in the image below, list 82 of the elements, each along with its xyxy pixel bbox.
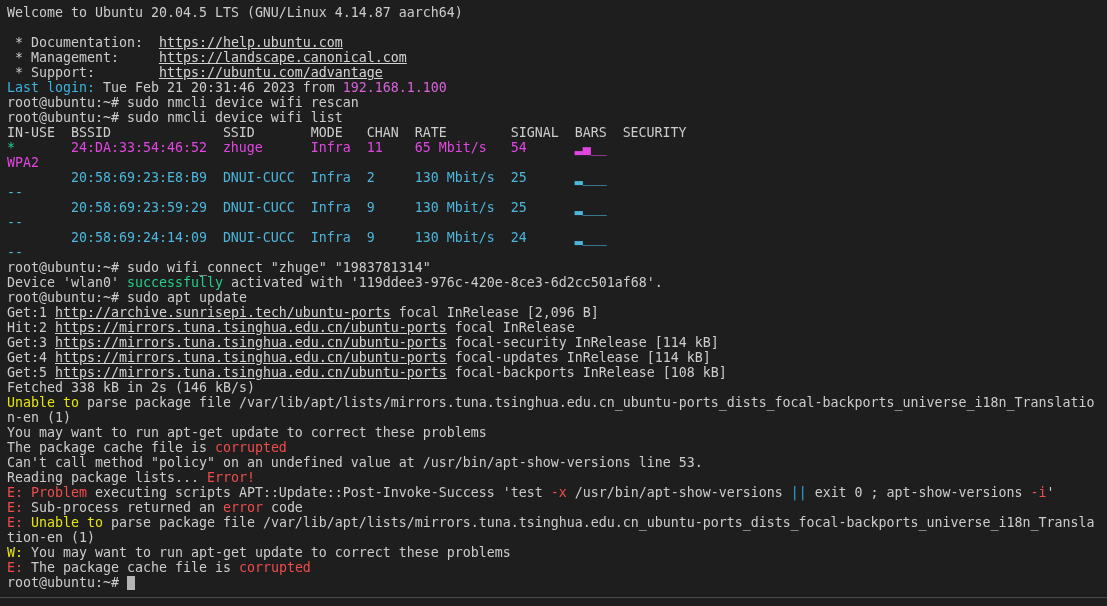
table-cell: DNUI-CUCC <box>222 230 295 245</box>
table-cell: Infra <box>310 230 351 245</box>
table-cell: 9 <box>366 230 375 245</box>
output-text: Get:3 <box>7 335 47 350</box>
table-cell: 2 <box>366 170 375 185</box>
column-header: IN-USE <box>7 125 55 140</box>
output-line: Fetched 338 kB in 2s (146 kB/s) <box>7 380 256 395</box>
column-header: RATE <box>414 125 447 140</box>
url-link[interactable]: https://help.ubuntu.com <box>158 35 343 50</box>
table-cell: 54 <box>510 140 527 155</box>
motd-label: * Documentation: <box>15 35 143 50</box>
output-line: E: Problem executing scripts APT::Update::Post-Invoke-Success 'test -x /usr/bin/apt-show-versions || exit 0 ; apt-show-versions -i' <box>7 485 1056 500</box>
table-cell: DNUI-CUCC <box>222 170 295 185</box>
table-cell: 11 <box>366 140 383 155</box>
table-cell: -- <box>7 215 23 230</box>
table-cell: 25 <box>510 200 527 215</box>
url-link[interactable]: https://mirrors.tuna.tsinghua.edu.cn/ubuntu-ports <box>55 335 447 350</box>
output-line: Can't call method "policy" on an undefined value at /usr/bin/apt-show-versions line 53. <box>7 455 704 470</box>
output-text: Get:5 <box>7 365 47 380</box>
column-header: SECURITY <box>622 125 687 140</box>
table-cell: -- <box>7 245 23 260</box>
shell-command: root@ubuntu:~# sudo nmcli device wifi rescan <box>7 95 359 110</box>
shell-command: root@ubuntu:~# sudo apt update <box>7 290 247 305</box>
column-header: MODE <box>310 125 343 140</box>
output-text: focal InRelease <box>454 320 575 335</box>
shell-command: root@ubuntu:~# sudo wifi_connect "zhuge" "1983781314" <box>7 260 431 275</box>
motd-label: * Management: <box>15 50 119 65</box>
signal-bars: ▂___ <box>574 230 607 245</box>
output-line: Last login: Tue Feb 21 20:31:46 2023 from 192.168.1.100 <box>7 80 448 95</box>
url-link[interactable]: https://mirrors.tuna.tsinghua.edu.cn/ubuntu-ports <box>55 320 447 335</box>
table-cell: 130 Mbit/s <box>414 170 495 185</box>
url-link[interactable]: http://archive.sunrisepi.tech/ubuntu-ports <box>55 305 391 320</box>
table-cell: 25 <box>510 170 527 185</box>
table-cell: 20:58:69:23:E8:B9 <box>70 170 207 185</box>
motd-label: * Support: <box>15 65 95 80</box>
shell-command: root@ubuntu:~# sudo nmcli device wifi list <box>7 110 343 125</box>
output-text: focal-security InRelease [114 kB] <box>454 335 719 350</box>
signal-bars: ▂___ <box>574 200 607 215</box>
table-cell: DNUI-CUCC <box>222 200 295 215</box>
output-line: The package cache file is corrupted <box>7 440 288 455</box>
output-text: Get:1 <box>7 305 47 320</box>
output-text: focal-backports InRelease [108 kB] <box>454 365 727 380</box>
table-cell: zhuge <box>222 140 263 155</box>
table-cell: 24 <box>510 230 527 245</box>
output-text: focal-updates InRelease [114 kB] <box>454 350 711 365</box>
signal-bars: ▂▄__ <box>574 140 607 155</box>
table-cell: 24:DA:33:54:46:52 <box>70 140 207 155</box>
column-header: CHAN <box>366 125 399 140</box>
column-header: BSSID <box>70 125 111 140</box>
output-line: E: Sub-process returned an error code <box>7 500 304 515</box>
welcome-message: Welcome to Ubuntu 20.04.5 LTS (GNU/Linux 4.14.87 aarch64) <box>7 5 464 20</box>
shell-command: root@ubuntu:~# <box>7 575 119 590</box>
url-link[interactable]: https://landscape.canonical.com <box>158 50 407 65</box>
table-cell: Infra <box>310 140 351 155</box>
output-text: Hit:2 <box>7 320 47 335</box>
table-cell: Infra <box>310 170 351 185</box>
table-cell: WPA2 <box>7 155 39 170</box>
column-header: SIGNAL <box>510 125 559 140</box>
output-line: Reading package lists... Error! <box>7 470 256 485</box>
output-line: You may want to run apt-get update to correct these problems <box>7 425 488 440</box>
table-cell: 130 Mbit/s <box>414 230 495 245</box>
output-text: Get:4 <box>7 350 47 365</box>
in-use-marker: * <box>7 140 15 155</box>
output-text: focal InRelease [2,096 B] <box>398 305 599 320</box>
table-cell: -- <box>7 185 23 200</box>
table-cell: 20:58:69:24:14:09 <box>70 230 207 245</box>
output-line: Device 'wlan0' successfully activated with '119ddee3-976c-420e-8ce3-6d2cc501af68'. <box>7 275 664 290</box>
url-link[interactable]: https://mirrors.tuna.tsinghua.edu.cn/ubuntu-ports <box>55 350 447 365</box>
output-line: W: You may want to run apt-get update to correct these problems <box>7 545 512 560</box>
output-line: Unable to parse package file /var/lib/apt/lists/mirrors.tuna.tsinghua.edu.cn_ubuntu-ports_dists_focal-backports_universe_i18n_Translation-en (1) <box>7 395 1096 425</box>
url-link[interactable]: https://ubuntu.com/advantage <box>158 65 383 80</box>
url-link[interactable]: https://mirrors.tuna.tsinghua.edu.cn/ubuntu-ports <box>55 365 447 380</box>
table-cell: Infra <box>310 200 351 215</box>
column-header: SSID <box>222 125 255 140</box>
signal-bars: ▂___ <box>574 170 607 185</box>
table-cell: 130 Mbit/s <box>414 200 495 215</box>
column-header: BARS <box>574 125 607 140</box>
table-cell: 9 <box>366 200 375 215</box>
output-line: E: The package cache file is corrupted <box>7 560 312 575</box>
table-cell: 20:58:69:23:59:29 <box>70 200 207 215</box>
table-cell: 65 Mbit/s <box>414 140 487 155</box>
output-line: E: Unable to parse package file /var/lib/apt/lists/mirrors.tuna.tsinghua.edu.cn_ubuntu-ports_dists_focal-backports_universe_i18n_Translation-en (1) <box>7 515 1096 545</box>
